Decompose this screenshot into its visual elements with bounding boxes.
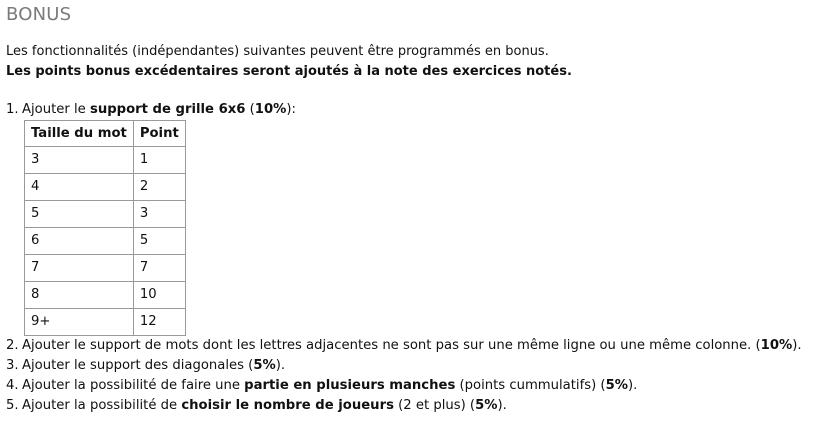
item-text: Ajouter le support des diagonales ( xyxy=(22,358,254,373)
intro: Les fonctionnalités (indépendantes) suiv… xyxy=(6,42,572,82)
item-percent: 5% xyxy=(475,398,498,413)
item-highlight: choisir le nombre de joueurs xyxy=(181,398,394,413)
table-cell: 6 xyxy=(24,227,134,255)
table-row: 7 7 xyxy=(24,254,186,282)
item-text: Ajouter la possibilité de faire une xyxy=(22,378,245,393)
word-points-table: Taille du mot Point 3 1 4 2 5 3 6 5 7 7 … xyxy=(24,120,186,336)
table-cell: 10 xyxy=(132,281,186,309)
bonus-list: 1. Ajouter le support de grille 6x6 (10%)… xyxy=(6,100,802,416)
table-cell: 5 xyxy=(132,227,186,255)
item-text: ): xyxy=(286,102,296,117)
list-item: 5. Ajouter la possibilité de choisir le n… xyxy=(6,396,802,416)
item-percent: 10% xyxy=(254,102,287,117)
table-cell: 9+ xyxy=(24,308,134,336)
item-text: Ajouter le xyxy=(22,102,90,117)
table-cell: 5 xyxy=(24,200,134,228)
table-cell: 1 xyxy=(132,146,186,174)
list-item: 3. Ajouter le support des diagonales (5%)… xyxy=(6,356,802,376)
item-percent: 5% xyxy=(253,358,276,373)
table-cell: 2 xyxy=(132,173,186,201)
item-text: ( xyxy=(245,102,255,117)
table-row: 6 5 xyxy=(24,227,186,255)
column-header-points: Point xyxy=(132,120,186,147)
list-item: 4. Ajouter la possibilité de faire une pa… xyxy=(6,376,802,396)
table-header-row: Taille du mot Point xyxy=(24,120,186,147)
table-row: 8 10 xyxy=(24,281,186,309)
item-text: ). xyxy=(627,378,638,393)
table-row: 3 1 xyxy=(24,146,186,174)
column-header-word-size: Taille du mot xyxy=(24,120,134,147)
section-heading: BONUS xyxy=(6,4,72,25)
table-row: 4 2 xyxy=(24,173,186,201)
item-number: 4. xyxy=(6,378,19,393)
item-text: Ajouter la possibilité de xyxy=(22,398,182,413)
item-highlight: partie en plusieurs manches xyxy=(244,378,456,393)
item-text: Ajouter le support de mots dont les lett… xyxy=(22,338,761,353)
table-cell: 3 xyxy=(132,200,186,228)
item-highlight: support de grille 6x6 xyxy=(89,102,246,117)
item-text: ). xyxy=(792,338,802,353)
item-text: (points cummulatifs) ( xyxy=(455,378,606,393)
item-number: 2. xyxy=(6,338,19,353)
item-number: 5. xyxy=(6,398,19,413)
item-text: ). xyxy=(497,398,507,413)
table-cell: 7 xyxy=(132,254,186,282)
table-row: 9+ 12 xyxy=(24,308,186,336)
item-percent: 10% xyxy=(760,338,793,353)
item-number: 1. xyxy=(6,102,19,117)
item-percent: 5% xyxy=(605,378,628,393)
item-text: (2 et plus) ( xyxy=(393,398,476,413)
item-number: 3. xyxy=(6,358,19,373)
table-cell: 4 xyxy=(24,173,134,201)
intro-note: Les points bonus excédentaires seront aj… xyxy=(6,64,572,79)
intro-text: Les fonctionnalités (indépendantes) suiv… xyxy=(6,44,549,59)
table-cell: 3 xyxy=(24,146,134,174)
table-cell: 8 xyxy=(24,281,134,309)
list-item: 1. Ajouter le support de grille 6x6 (10%)… xyxy=(6,100,802,336)
item-text: ). xyxy=(275,358,286,373)
table-row: 5 3 xyxy=(24,200,186,228)
list-item: 2. Ajouter le support de mots dont les le… xyxy=(6,336,802,356)
table-cell: 7 xyxy=(24,254,134,282)
table-cell: 12 xyxy=(132,308,186,336)
